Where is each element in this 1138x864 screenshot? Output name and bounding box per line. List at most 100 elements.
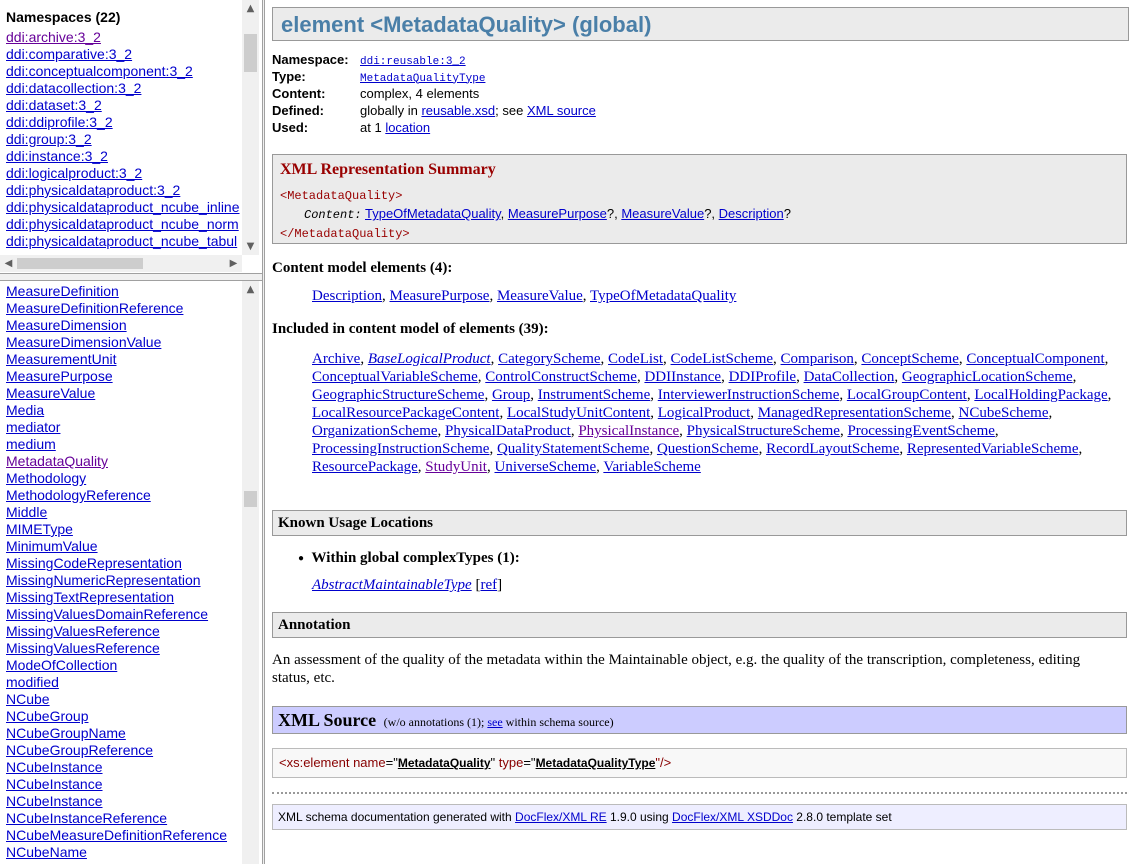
element-link[interactable]: MissingValuesReference: [6, 623, 160, 639]
element-link[interactable]: MeasureDimension: [6, 317, 127, 333]
included-element-link[interactable]: RepresentedVariableScheme: [907, 441, 1079, 457]
element-link[interactable]: NCubeGroup: [6, 708, 89, 724]
element-link[interactable]: MetadataQuality: [6, 453, 108, 469]
included-element-link[interactable]: PhysicalStructureScheme: [687, 423, 840, 439]
namespace-link[interactable]: ddi:ddiprofile:3_2: [6, 114, 113, 130]
element-link[interactable]: Methodology: [6, 470, 86, 486]
namespace-link[interactable]: ddi:physicaldataproduct:3_2: [6, 182, 180, 198]
xml-source-link[interactable]: XML source: [527, 103, 596, 118]
summary-item-link[interactable]: TypeOfMetadataQuality: [365, 206, 501, 221]
namespaces-vscrollbar[interactable]: ▲ ▼: [242, 0, 259, 255]
scroll-up-arrow-icon[interactable]: ▲: [242, 0, 259, 17]
element-link[interactable]: Middle: [6, 504, 47, 520]
namespace-link[interactable]: ddi:group:3_2: [6, 131, 92, 147]
element-link[interactable]: MethodologyReference: [6, 487, 151, 503]
content-model-link[interactable]: Description: [312, 288, 382, 304]
element-link[interactable]: NCube: [6, 691, 50, 707]
docflex-xsddoc-link[interactable]: DocFlex/XML XSDDoc: [672, 810, 793, 824]
element-link[interactable]: NCubeMeasureDefinitionReference: [6, 827, 227, 843]
content-model-link[interactable]: MeasureValue: [497, 288, 583, 304]
type-link[interactable]: MetadataQualityType: [360, 73, 485, 85]
included-element-link[interactable]: ProcessingEventScheme: [847, 423, 994, 439]
namespaces-vscroll-thumb[interactable]: [244, 34, 257, 72]
code-type-value-link[interactable]: MetadataQualityType: [536, 756, 656, 770]
element-link[interactable]: MinimumValue: [6, 538, 98, 554]
included-element-link[interactable]: UniverseScheme: [494, 459, 596, 475]
element-link[interactable]: MeasurePurpose: [6, 368, 113, 384]
included-element-link[interactable]: Comparison: [781, 351, 854, 367]
included-element-link[interactable]: LocalStudyUnitContent: [507, 405, 650, 421]
element-link[interactable]: MissingValuesReference: [6, 640, 160, 656]
included-element-link[interactable]: DDIInstance: [644, 369, 721, 385]
element-link[interactable]: MeasureDefinition: [6, 283, 119, 299]
element-link[interactable]: MissingCodeRepresentation: [6, 555, 182, 571]
included-element-link[interactable]: ConceptScheme: [861, 351, 958, 367]
included-element-link[interactable]: ManagedRepresentationScheme: [758, 405, 951, 421]
included-element-link[interactable]: NCubeScheme: [959, 405, 1049, 421]
included-element-link[interactable]: LocalResourcePackageContent: [312, 405, 499, 421]
element-link[interactable]: NCubeName: [6, 844, 87, 860]
included-element-link[interactable]: RecordLayoutScheme: [766, 441, 899, 457]
frame-splitter-horizontal[interactable]: [0, 273, 262, 281]
element-link[interactable]: Media: [6, 402, 44, 418]
included-element-link[interactable]: DDIProfile: [729, 369, 797, 385]
element-link[interactable]: MeasureValue: [6, 385, 95, 401]
namespace-link[interactable]: ddi:physicaldataproduct_ncube_inline: [6, 199, 240, 215]
included-element-link[interactable]: PhysicalInstance: [578, 423, 679, 439]
included-element-link[interactable]: Archive: [312, 351, 360, 367]
namespaces-hscroll-thumb[interactable]: [17, 258, 143, 269]
element-link[interactable]: MeasureDefinitionReference: [6, 300, 183, 316]
defined-file-link[interactable]: reusable.xsd: [421, 103, 495, 118]
scroll-right-arrow-icon[interactable]: ▶: [225, 255, 242, 272]
namespace-link[interactable]: ddi:reusable:3_2: [360, 56, 466, 68]
included-element-link[interactable]: CodeList: [608, 351, 663, 367]
included-element-link[interactable]: VariableScheme: [603, 459, 700, 475]
included-element-link[interactable]: LocalHoldingPackage: [974, 387, 1107, 403]
content-model-link[interactable]: TypeOfMetadataQuality: [590, 288, 736, 304]
included-element-link[interactable]: ResourcePackage: [312, 459, 418, 475]
included-element-link[interactable]: BaseLogicalProduct: [368, 351, 491, 367]
abstract-type-link[interactable]: AbstractMaintainableType: [312, 577, 472, 593]
element-link[interactable]: NCubeGroupName: [6, 725, 126, 741]
element-link[interactable]: ModeOfCollection: [6, 657, 117, 673]
namespace-link[interactable]: ddi:datacollection:3_2: [6, 80, 141, 96]
content-model-link[interactable]: MeasurePurpose: [389, 288, 489, 304]
included-element-link[interactable]: Group: [492, 387, 530, 403]
code-name-value-link[interactable]: MetadataQuality: [398, 756, 491, 770]
element-link[interactable]: MissingNumericRepresentation: [6, 572, 201, 588]
namespace-link[interactable]: ddi:physicaldataproduct_ncube_tabul: [6, 233, 237, 249]
namespaces-hscrollbar[interactable]: ◀ ▶: [0, 255, 242, 272]
element-link[interactable]: NCubeInstanceReference: [6, 810, 167, 826]
summary-item-link[interactable]: MeasureValue: [621, 206, 704, 221]
included-element-link[interactable]: QuestionScheme: [657, 441, 759, 457]
element-link[interactable]: NCubeInstance: [6, 776, 103, 792]
element-link[interactable]: NCubeInstance: [6, 793, 103, 809]
element-link[interactable]: modified: [6, 674, 59, 690]
see-link[interactable]: see: [487, 715, 502, 729]
docflex-re-link[interactable]: DocFlex/XML RE: [515, 810, 607, 824]
elements-vscrollbar[interactable]: ▲: [242, 281, 259, 864]
included-element-link[interactable]: ConceptualVariableScheme: [312, 369, 478, 385]
included-element-link[interactable]: ProcessingInstructionScheme: [312, 441, 489, 457]
included-element-link[interactable]: ConceptualComponent: [966, 351, 1104, 367]
element-link[interactable]: NCubeGroupReference: [6, 742, 153, 758]
included-element-link[interactable]: GeographicLocationScheme: [902, 369, 1073, 385]
element-link[interactable]: MIMEType: [6, 521, 73, 537]
element-link[interactable]: mediator: [6, 419, 60, 435]
namespace-link[interactable]: ddi:physicaldataproduct_ncube_norm: [6, 216, 239, 232]
included-element-link[interactable]: ControlConstructScheme: [485, 369, 637, 385]
included-element-link[interactable]: OrganizationScheme: [312, 423, 438, 439]
element-link[interactable]: MeasureDimensionValue: [6, 334, 161, 350]
included-element-link[interactable]: DataCollection: [804, 369, 895, 385]
element-link[interactable]: MissingTextRepresentation: [6, 589, 174, 605]
summary-item-link[interactable]: Description: [719, 206, 784, 221]
namespace-link[interactable]: ddi:logicalproduct:3_2: [6, 165, 142, 181]
included-element-link[interactable]: PhysicalDataProduct: [445, 423, 571, 439]
included-element-link[interactable]: LocalGroupContent: [847, 387, 967, 403]
included-element-link[interactable]: GeographicStructureScheme: [312, 387, 484, 403]
scroll-left-arrow-icon[interactable]: ◀: [0, 255, 17, 272]
included-element-link[interactable]: QualityStatementScheme: [497, 441, 649, 457]
element-link[interactable]: MeasurementUnit: [6, 351, 117, 367]
location-link[interactable]: location: [385, 120, 430, 135]
included-element-link[interactable]: InterviewerInstructionScheme: [658, 387, 840, 403]
